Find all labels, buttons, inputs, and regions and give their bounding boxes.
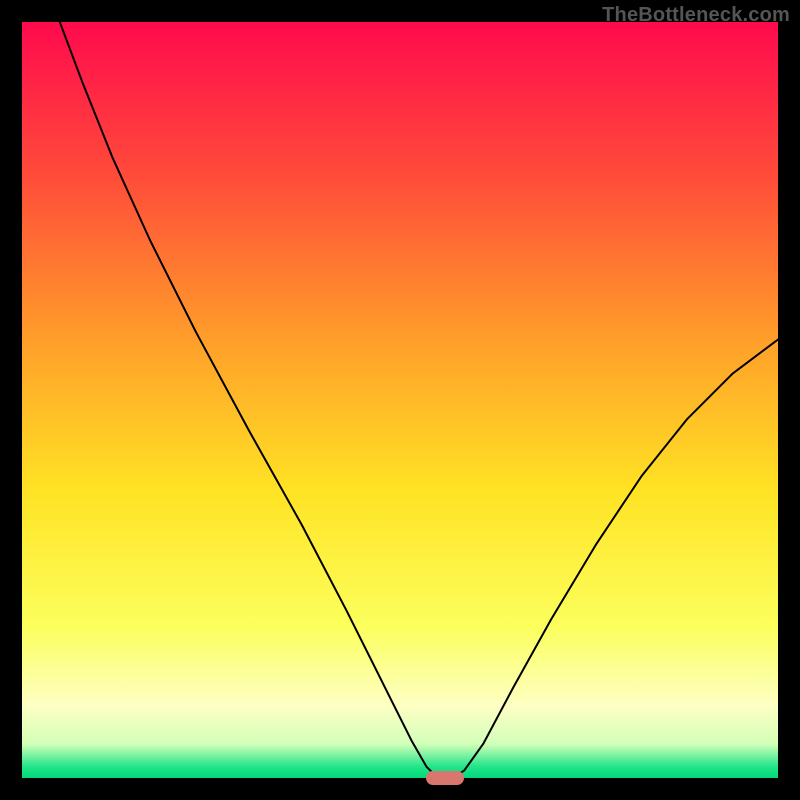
chart-frame: TheBottleneck.com [0, 0, 800, 800]
plot-area [22, 22, 778, 778]
gradient-background [22, 22, 778, 778]
chart-svg [22, 22, 778, 778]
optimal-marker [426, 771, 464, 785]
watermark-text: TheBottleneck.com [602, 4, 790, 27]
